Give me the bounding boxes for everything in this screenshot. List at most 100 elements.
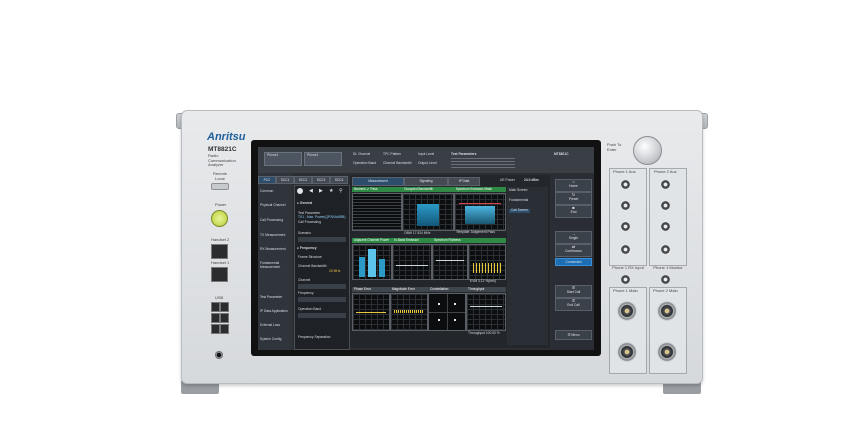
tab-scc2[interactable]: SCC2 [294,176,312,184]
usb-port-4[interactable] [220,313,229,323]
softkey-start-call-label: Start Call [566,290,581,294]
search-icon[interactable]: ⚲ [339,188,343,194]
main-connector-1[interactable] [617,301,637,321]
left-menu-item-ip-data[interactable]: IP Data Application [260,309,290,314]
aux-connector-1[interactable] [621,180,630,189]
left-menu-item-common[interactable]: Common [260,189,273,194]
phone1-aux-label: Phone 1 Aux [613,169,636,174]
aux-connector-6[interactable] [661,201,670,210]
section-frequency[interactable]: ● Frequency [297,246,317,251]
aux-connector-4[interactable] [621,245,630,254]
tab-pcc[interactable]: PCC [258,176,276,184]
aux-connector-7[interactable] [661,222,670,231]
handset1-port[interactable] [211,267,228,282]
evm-graph[interactable] [468,244,506,280]
channel-bandwidth-value[interactable]: 20 MHz [329,269,340,274]
phase-error-graph[interactable] [352,293,390,331]
meas-header-phase-error[interactable]: Phase Error [352,287,390,292]
usb-port-3[interactable] [211,313,220,323]
meas-header-numeric[interactable]: Numeric ✔ Pass [352,187,402,192]
meas-header-sem[interactable]: Spectrum Emission Mask [454,187,506,192]
meas-header-magnitude[interactable]: Magnitude Error [390,287,428,292]
softkey-single[interactable]: → Single [555,231,592,244]
meas-header-throughput[interactable]: Throughput [466,287,506,292]
meas-label-phase-error: Phase Error [354,287,372,291]
softkey-home[interactable]: ⌂ Home [555,179,592,192]
usb-port-2[interactable] [220,302,229,312]
main-connector-4[interactable] [657,342,677,362]
meas-header-flatness[interactable]: Spectrum Flatness [432,238,506,243]
left-menu-item-rx-measurement[interactable]: RX Measurement [260,247,290,252]
left-menu-item-external-loss[interactable]: External Loss [260,323,290,328]
forward-icon[interactable]: ▶ [319,188,323,194]
rotary-knob[interactable] [633,136,662,165]
left-menu-item-fundamental[interactable]: Fundamental Measurement [260,261,290,269]
star-icon[interactable]: ★ [329,188,333,194]
monitor-connector[interactable] [661,275,670,284]
flatness-graph[interactable] [432,244,468,280]
softkey-end-call[interactable]: ✆ End Call [555,298,592,311]
left-menu-item-tx-measurement[interactable]: TX Measurement [260,233,290,238]
meas-label-constellation: Constellation [430,287,449,291]
aux-connector-3[interactable] [621,222,630,231]
section-general[interactable]: ● General [297,201,312,206]
scenario-field[interactable] [298,237,346,242]
power-button[interactable] [211,210,228,227]
touch-screen[interactable]: Phone1 Phone1 DL Channel Operation Band … [258,147,594,350]
aux-connector-5[interactable] [661,180,670,189]
sem-graph[interactable] [454,193,506,231]
home-icon[interactable] [297,188,303,194]
softkey-preset[interactable]: ↻ Preset [555,192,592,205]
acp-bar-2 [368,249,376,277]
view-main-screen[interactable]: Main Screen [509,188,528,193]
tab-measurement[interactable]: Measurement [352,177,404,186]
usb-port-5[interactable] [211,324,220,334]
handset2-port[interactable] [211,244,228,259]
softkey-menu[interactable]: ☰ Menu [555,330,592,340]
aux-connector-8[interactable] [661,245,670,254]
view-list: Main Screen Fundamental Call Screen [507,187,548,345]
meas-header-ibe[interactable]: In-Band Emission [392,238,432,243]
tab-scc4[interactable]: SCC4 [330,176,348,184]
obw-graph[interactable]: OBW 17.924 MHz [402,193,454,235]
softkey-start-call[interactable]: ✆ Start Call [555,285,592,298]
audio-jack[interactable] [215,351,223,359]
phone-select-2[interactable]: Phone1 [304,152,342,166]
channel-label: Channel [298,278,311,282]
channel-field[interactable] [298,284,346,289]
meas-header-acp[interactable]: Adjacent Channel Power [352,238,392,243]
aux-connector-2[interactable] [621,201,630,210]
meas-header-constellation[interactable]: Constellation [428,287,466,292]
usb-port-1[interactable] [211,302,220,312]
usb-port-6[interactable] [220,324,229,334]
tab-scc1[interactable]: SCC1 [276,176,294,184]
throughput-graph[interactable] [466,293,506,331]
constellation-graph[interactable] [428,293,466,331]
acp-graph[interactable] [352,244,392,280]
back-icon[interactable]: ◀ [309,188,313,194]
softkey-end[interactable]: ■ End [555,205,592,218]
main-connector-2[interactable] [657,301,677,321]
operation-band-field[interactable] [298,313,346,318]
left-menu-item-test-parameter[interactable]: Test Parameter [260,295,290,300]
magnitude-graph[interactable] [390,293,428,331]
left-menu-item-system-config[interactable]: System Config [260,337,290,342]
softkey-continuous[interactable]: ⇄ Continuous [555,244,592,257]
rx-input-connector[interactable] [621,275,630,284]
numeric-result-panel[interactable] [352,193,402,231]
tab-scc3[interactable]: SCC3 [312,176,330,184]
main-connector-3[interactable] [617,342,637,362]
left-menu-item-physical-channel[interactable]: Physical Channel [260,203,290,208]
tab-signaling[interactable]: Signaling [404,177,448,186]
softkey-continuous-label: Continuous [565,249,582,253]
ibe-graph[interactable] [392,244,432,280]
view-fundamental[interactable]: Fundamental [509,198,528,203]
meas-label-numeric: Numeric [354,187,366,191]
phone-select-1[interactable]: Phone1 [264,152,302,166]
tab-ip-data[interactable]: IP Data [448,177,480,186]
view-call-screen[interactable]: Call Screen [509,208,531,213]
frequency-field[interactable] [298,297,346,302]
left-menu-item-call-processing[interactable]: Call Processing [260,218,290,223]
meas-header-obw[interactable]: Occupied Bandwidth [402,187,454,192]
local-button[interactable] [211,183,229,190]
